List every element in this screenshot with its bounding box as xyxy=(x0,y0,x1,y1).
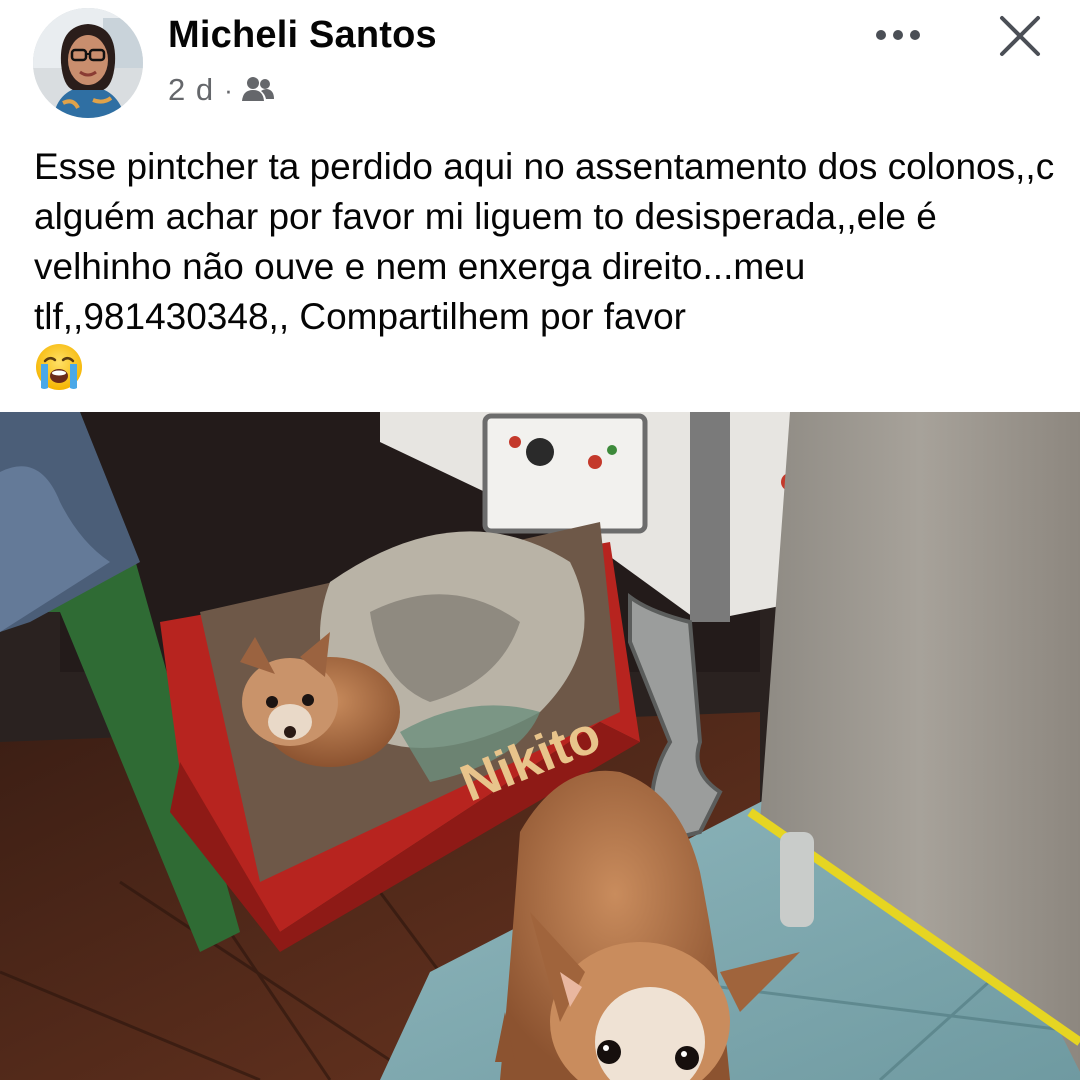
author-avatar[interactable] xyxy=(33,8,143,118)
author-name[interactable]: Micheli Santos xyxy=(168,14,437,57)
post-timestamp[interactable]: 2 d xyxy=(168,72,214,108)
post-photo[interactable]: Nikito xyxy=(0,412,1080,1080)
post-text: Esse pintcher ta perdido aqui no assenta… xyxy=(34,146,1055,337)
post-body: Esse pintcher ta perdido aqui no assenta… xyxy=(34,142,1064,394)
close-button[interactable] xyxy=(990,6,1050,66)
friends-icon[interactable] xyxy=(241,75,275,105)
meta-separator: · xyxy=(224,74,233,105)
loudly-crying-face-icon xyxy=(34,342,86,394)
more-options-icon xyxy=(876,30,920,40)
close-icon xyxy=(1000,16,1040,56)
post-header: Micheli Santos 2 d · xyxy=(0,0,1080,125)
more-options-button[interactable] xyxy=(868,20,928,50)
profile-photo-icon xyxy=(33,8,143,118)
lost-dog-photo: Nikito xyxy=(0,412,1080,1080)
post-meta: 2 d · xyxy=(168,70,275,110)
